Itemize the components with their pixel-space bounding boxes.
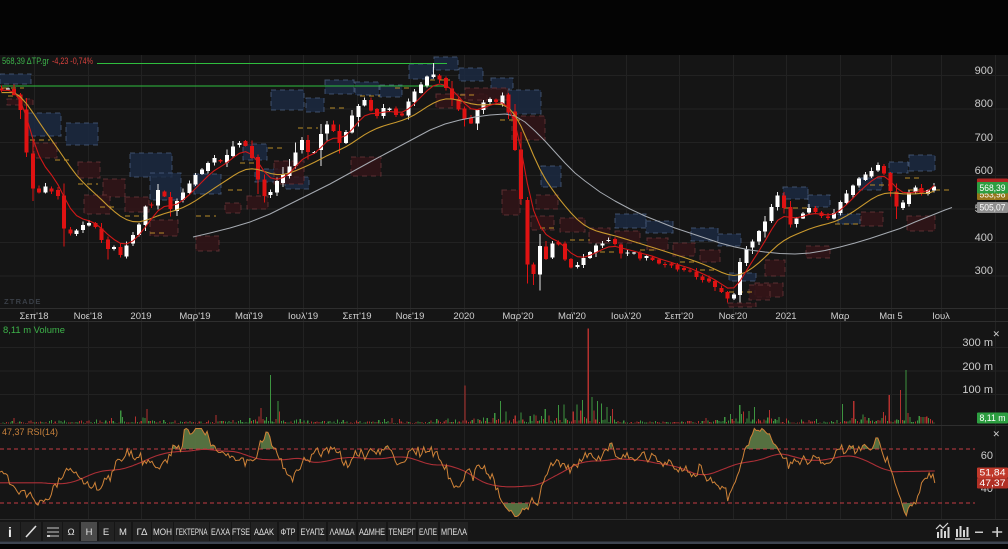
svg-text:300: 300 — [975, 265, 993, 277]
svg-text:ΤΕΝΕΡΓ: ΤΕΝΕΡΓ — [389, 527, 416, 538]
svg-text:47,37 RSI(14): 47,37 RSI(14) — [2, 427, 58, 437]
svg-text:47,37: 47,37 — [980, 478, 1006, 488]
svg-text:ΑΔΜΗΕ: ΑΔΜΗΕ — [359, 527, 385, 538]
svg-text:Σεπ'19: Σεπ'19 — [342, 311, 371, 322]
svg-text:M: M — [119, 527, 127, 538]
svg-text:ΕΛΧΑ: ΕΛΧΑ — [211, 527, 230, 538]
svg-text:-4,23 -0,74%: -4,23 -0,74% — [52, 56, 93, 66]
svg-text:2021: 2021 — [775, 311, 796, 322]
svg-text:Νοε'18: Νοε'18 — [74, 311, 103, 322]
svg-text:60: 60 — [981, 450, 993, 462]
svg-text:ΜΠΕΛΑ: ΜΠΕΛΑ — [441, 527, 468, 538]
svg-text:FTSE: FTSE — [232, 527, 250, 538]
svg-text:Μαρ: Μαρ — [831, 311, 850, 322]
svg-text:300 m: 300 m — [962, 337, 993, 349]
svg-text:ΓΕΚΤΕΡΝΑ: ΓΕΚΤΕΡΝΑ — [176, 527, 208, 538]
svg-text:200 m: 200 m — [962, 361, 993, 373]
svg-text:Ιουλ: Ιουλ — [932, 311, 950, 322]
svg-text:H: H — [86, 527, 93, 538]
svg-text:2020: 2020 — [453, 311, 474, 322]
svg-text:ΑΔΑΚ: ΑΔΑΚ — [254, 527, 275, 538]
svg-text:✕: ✕ — [992, 329, 1000, 339]
svg-text:ΕΥΑΠΣ: ΕΥΑΠΣ — [301, 527, 325, 538]
svg-text:ΦΤΡ: ΦΤΡ — [281, 527, 296, 538]
svg-text:Ω: Ω — [67, 527, 74, 538]
svg-text:Μαϊ'20: Μαϊ'20 — [558, 311, 586, 322]
svg-text:100 m: 100 m — [962, 384, 993, 396]
svg-text:Μαι 5: Μαι 5 — [879, 311, 902, 322]
svg-text:568,39 ΔTP.gr: 568,39 ΔTP.gr — [2, 56, 49, 66]
svg-text:600: 600 — [975, 165, 993, 177]
svg-text:Ιουλ'20: Ιουλ'20 — [611, 311, 641, 322]
svg-text:8,11 m Volume: 8,11 m Volume — [3, 325, 65, 335]
svg-text:Μαρ'20: Μαρ'20 — [502, 311, 533, 322]
svg-text:400: 400 — [975, 232, 993, 244]
svg-text:Σεπ'18: Σεπ'18 — [19, 311, 48, 322]
svg-text:ΕΛΠΕ: ΕΛΠΕ — [419, 527, 437, 538]
svg-text:Σεπ'20: Σεπ'20 — [664, 311, 693, 322]
svg-text:2019: 2019 — [130, 311, 151, 322]
svg-text:ΜΟΗ: ΜΟΗ — [153, 527, 172, 538]
svg-text:✕: ✕ — [992, 429, 1000, 439]
svg-text:900: 900 — [975, 65, 993, 77]
svg-text:Νοε'20: Νοε'20 — [719, 311, 748, 322]
svg-text:E: E — [103, 527, 109, 538]
svg-text:568,39: 568,39 — [980, 183, 1006, 193]
svg-text:51,84: 51,84 — [980, 468, 1006, 478]
svg-text:700: 700 — [975, 132, 993, 144]
svg-text:i: i — [8, 524, 12, 540]
svg-text:Νοε'19: Νοε'19 — [396, 311, 425, 322]
svg-text:ZTRADE: ZTRADE — [4, 297, 42, 306]
svg-text:Ιουλ'19: Ιουλ'19 — [288, 311, 318, 322]
svg-text:8,11 m: 8,11 m — [980, 413, 1006, 423]
svg-text:Μαρ'19: Μαρ'19 — [179, 311, 210, 322]
svg-text:ΓΔ: ΓΔ — [137, 527, 149, 538]
svg-text:ΛΑΜΔΑ: ΛΑΜΔΑ — [330, 527, 355, 538]
svg-text:505,07: 505,07 — [980, 203, 1006, 213]
svg-text:Μαϊ'19: Μαϊ'19 — [235, 311, 263, 322]
svg-text:800: 800 — [975, 98, 993, 110]
